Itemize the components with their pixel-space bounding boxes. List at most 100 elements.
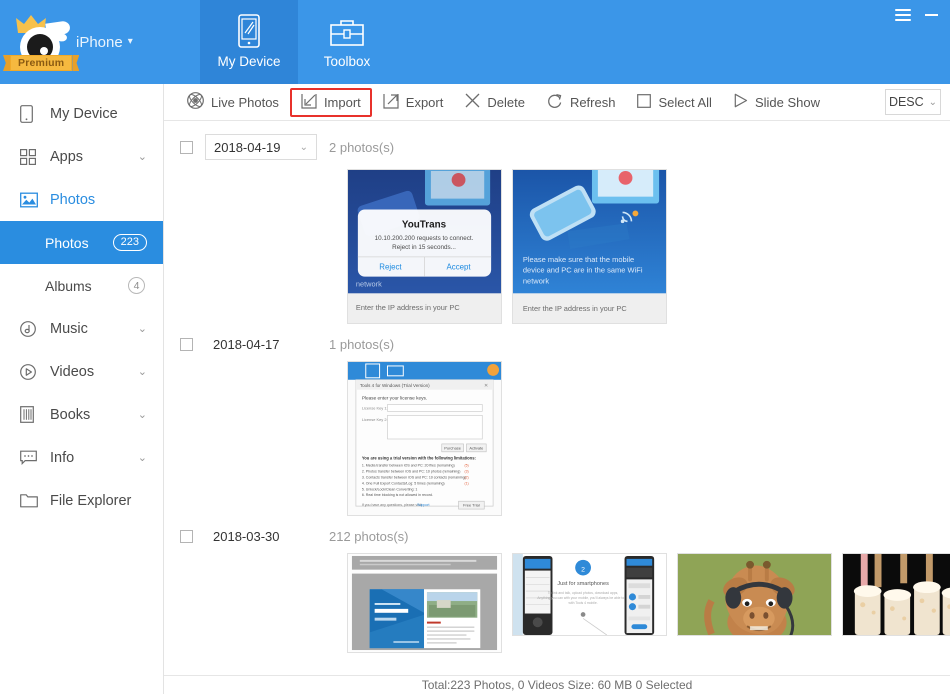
hamburger-icon[interactable] [895,9,911,21]
slide-show-button[interactable]: Slide Show [723,88,831,116]
image-icon [20,192,42,208]
svg-text:Activate: Activate [469,445,484,450]
group-header-2018-03-30: 2018-03-30 212 photos(s) [164,516,950,553]
svg-text:network: network [523,277,550,286]
refresh-button[interactable]: Refresh [536,88,627,117]
close-x-icon [465,93,480,111]
svg-text:Just for smartphones: Just for smartphones [557,581,609,587]
sort-order-dropdown[interactable]: DESC ⌄ [885,89,941,115]
svg-text:Accept: Accept [447,263,472,272]
toolbox-icon [330,16,364,48]
delete-label: Delete [487,94,525,110]
svg-text:To link and talk, upload photo: To link and talk, upload photos, downloa… [548,591,618,595]
svg-text:5. Unlock/Lock/Clean Convertin: 5. Unlock/Lock/Clean Converting: 1 [362,487,418,491]
svg-text:License Key 2:: License Key 2: [362,417,388,422]
photo-row-2: Tools 4 for Windows (Trial Version) ✕ Pl… [164,361,950,516]
minimize-icon[interactable] [925,14,938,16]
chevron-down-icon: ⌄ [137,323,147,335]
sidebar-item-my-device-label: My Device [50,105,118,122]
sidebar-item-info[interactable]: Info ⌄ [0,436,163,479]
sidebar-item-file-explorer-label: File Explorer [50,492,132,509]
svg-text:Reject: Reject [379,263,402,272]
group-date-label: 2018-03-30 [213,529,280,544]
photo-thumbnail-youtrans-connect-dialog[interactable]: YouTrans 10.10.200.200 requests to conne… [347,169,502,324]
photo-thumbnail-giraffe-headphones-photo[interactable] [677,553,832,636]
svg-text:Support: Support [417,503,429,507]
photo-scroll-area[interactable]: 2018-04-19 ⌄ 2 photos(s) YouTrans 10.10.… [164,121,950,675]
photo-thumbnail-newsletter-screenshot[interactable] [347,553,502,653]
svg-text:with Tools 4 mobile.: with Tools 4 mobile. [569,601,598,605]
sidebar-item-my-device[interactable]: My Device [0,92,163,135]
sidebar-subitem-albums[interactable]: Albums 4 [0,264,163,307]
sidebar-item-apps[interactable]: Apps ⌄ [0,135,163,178]
sidebar-item-videos[interactable]: Videos ⌄ [0,350,163,393]
group-header-2018-04-19: 2018-04-19 ⌄ 2 photos(s) [164,121,950,169]
info-bubble-icon [20,450,42,466]
window-controls [895,0,950,30]
video-icon [20,363,42,380]
chevron-down-icon: ⌄ [299,141,308,153]
sidebar-item-music-label: Music [50,320,88,337]
play-triangle-icon [734,93,748,111]
sidebar-item-photos-label: Photos [50,191,96,208]
svg-text:Enter the IP address in your P: Enter the IP address in your PC [356,303,460,312]
tab-toolbox[interactable]: Toolbox [298,0,396,84]
book-icon [20,406,42,423]
sidebar-item-music[interactable]: Music ⌄ [0,307,163,350]
group-date-dropdown[interactable]: 2018-04-19 ⌄ [205,134,317,160]
svg-text:Purchase: Purchase [444,445,461,450]
chevron-down-icon: ⌄ [137,452,147,464]
photo-thumbnail-just-for-smartphones-screenshot[interactable]: 2 Just for smartphones To link and talk,… [512,553,667,636]
group-checkbox[interactable] [180,338,193,351]
sidebar-item-apps-label: Apps [50,148,84,165]
svg-text:Reject in 15 seconds...: Reject in 15 seconds... [392,244,456,251]
brand-area: Premium iPhone ▾ [0,0,200,84]
refresh-icon [547,93,563,112]
svg-text:2. Photos transfer between iOS: 2. Photos transfer between iOS and PC: 1… [362,470,461,474]
group-date-label: 2018-04-19 [214,139,281,155]
photo-thumbnail-tools4-license-dialog[interactable]: Tools 4 for Windows (Trial Version) ✕ Pl… [347,361,502,516]
live-photos-button[interactable]: Live Photos [176,87,290,117]
status-bar-text: Total:223 Photos, 0 Videos Size: 60 MB 0… [421,678,693,692]
export-label: Export [405,94,444,110]
group-photo-count: 2 photos(s) [329,139,395,155]
import-button[interactable]: Import [289,87,372,117]
device-selector[interactable]: iPhone ▾ [76,34,133,51]
checkbox-icon [637,93,652,111]
sidebar-item-videos-label: Videos [50,363,95,380]
sidebar-item-file-explorer[interactable]: File Explorer [0,479,163,522]
sidebar-item-books[interactable]: Books ⌄ [0,393,163,436]
sidebar-item-photos[interactable]: Photos [0,178,163,221]
select-all-button[interactable]: Select All [626,89,722,116]
photo-thumbnail-popsicles-photo[interactable] [842,553,950,636]
svg-text:10.10.200.200 requests to conn: 10.10.200.200 requests to connect. [375,235,474,242]
svg-text:6. Real time blocking is not a: 6. Real time blocking is not allowed in … [362,493,433,497]
sidebar-subitem-photos[interactable]: Photos 223 [0,221,163,264]
sidebar-item-info-label: Info [50,449,75,466]
photo-thumbnail-youtrans-wifi-instruction[interactable]: Please make sure that the mobile device … [512,169,667,324]
folder-icon [20,493,42,508]
svg-text:✕: ✕ [484,383,488,389]
sort-order-value: DESC [888,95,924,109]
svg-text:device and PC are in the same: device and PC are in the same WiFi [523,266,643,275]
content-toolbar: Live Photos Import Export Delete Refresh… [164,84,950,121]
music-icon [20,320,42,337]
import-icon [301,93,317,112]
group-checkbox[interactable] [180,530,193,543]
svg-text:(3): (3) [464,470,468,474]
body-container: My Device Apps ⌄ Photos Photos 223 Album… [0,84,950,694]
chevron-down-icon: ⌄ [137,409,147,421]
delete-button[interactable]: Delete [454,88,536,116]
tab-my-device[interactable]: My Device [200,0,298,84]
svg-text:If you have any questions, ple: If you have any questions, please visit [362,503,422,507]
svg-text:1. Media transfer between iOS: 1. Media transfer between iOS and PC: 20… [362,464,455,468]
group-header-2018-04-17: 2018-04-17 1 photos(s) [164,324,950,361]
phone-icon [20,104,42,123]
export-button[interactable]: Export [372,88,455,117]
sidebar-subitem-photos-label: Photos [45,234,89,251]
main-tabs: My Device Toolbox [200,0,396,84]
application-window: Premium iPhone ▾ My Device Toolbox My De… [0,0,950,694]
group-checkbox[interactable] [180,140,193,154]
sidebar-subitem-albums-label: Albums [45,277,92,294]
photos-count-badge: 223 [112,234,147,251]
